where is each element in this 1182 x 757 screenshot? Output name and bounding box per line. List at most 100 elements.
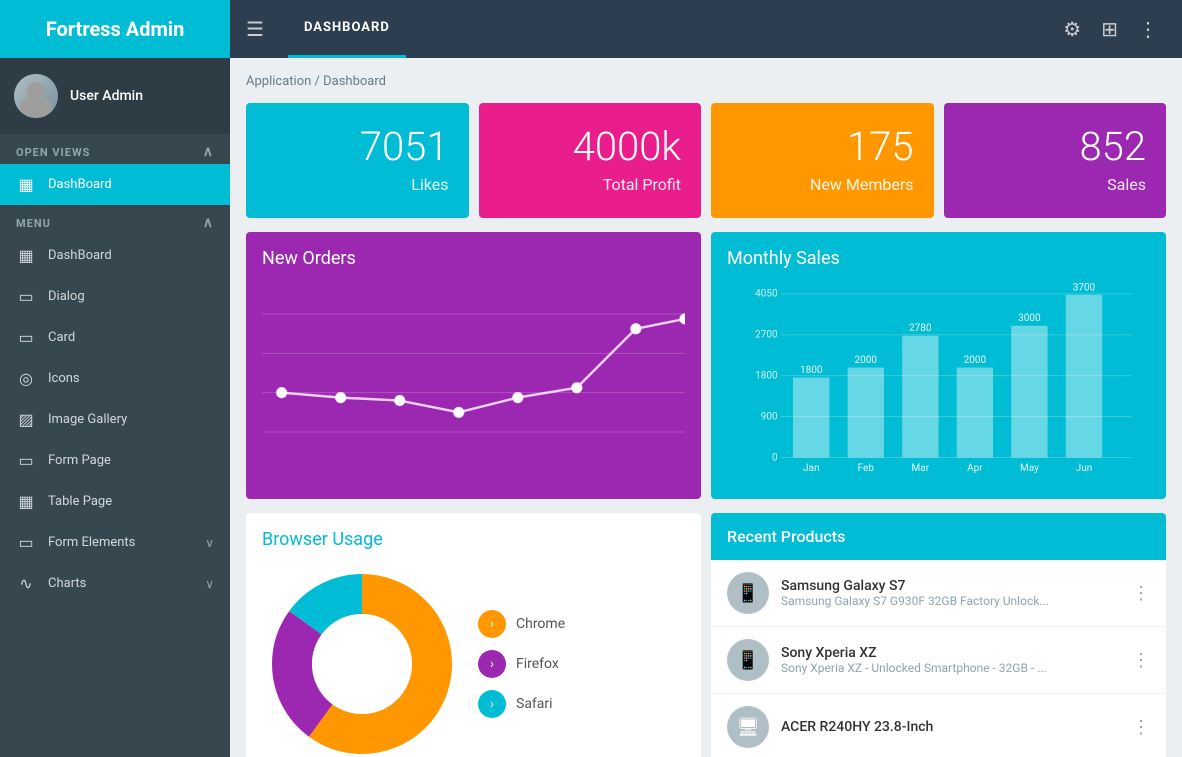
mid-section: New Orders	[246, 232, 1166, 499]
firefox-dot: ›	[478, 650, 506, 678]
stat-profit-number: 4000k	[573, 127, 681, 167]
recent-products-card: Recent Products 📱 Samsung Galaxy S7 Sams…	[711, 513, 1166, 757]
brand: Fortress Admin	[0, 0, 230, 58]
topnav-left: ☰ DASHBOARD	[230, 0, 1063, 58]
topnav-tab[interactable]: DASHBOARD	[288, 0, 406, 58]
main-layout: User Admin OPEN VIEWS ∧ ▦ DashBoard MENU…	[0, 58, 1182, 757]
sidebar-item-card[interactable]: ▭ Card	[0, 317, 230, 358]
card-icon: ▭	[16, 328, 36, 347]
svg-text:1800: 1800	[800, 365, 823, 376]
legend-item-chrome[interactable]: › Chrome	[478, 610, 565, 638]
product-item-sony: 📱 Sony Xperia XZ Sony Xperia XZ - Unlock…	[711, 627, 1166, 694]
monthly-sales-card: Monthly Sales 4050 2700 1800 900 0	[711, 232, 1166, 499]
sidebar-item-image-gallery[interactable]: ▨ Image Gallery	[0, 399, 230, 440]
svg-text:2780: 2780	[909, 323, 932, 334]
product-thumb-sony: 📱	[727, 639, 769, 681]
dashboard-open-icon: ▦	[16, 175, 36, 194]
svg-text:3000: 3000	[1018, 313, 1041, 324]
stat-sales-number: 852	[1079, 127, 1146, 167]
open-views-section: OPEN VIEWS ∧	[0, 134, 230, 164]
svg-text:1800: 1800	[755, 370, 778, 381]
sidebar-item-card-label: Card	[48, 330, 75, 345]
chrome-label: Chrome	[516, 616, 565, 632]
legend-item-safari[interactable]: › Safari	[478, 690, 565, 718]
firefox-label: Firefox	[516, 656, 559, 672]
stat-card-likes: 7051 Likes	[246, 103, 469, 218]
sidebar-item-form-page-label: Form Page	[48, 453, 111, 468]
sidebar-user: User Admin	[0, 58, 230, 134]
sony-more-icon[interactable]: ⋮	[1132, 650, 1150, 671]
svg-text:Jan: Jan	[803, 463, 819, 474]
svg-text:Jun: Jun	[1076, 463, 1093, 474]
svg-text:2700: 2700	[755, 330, 778, 341]
form-elements-arrow: ∨	[205, 536, 214, 550]
monthly-sales-title: Monthly Sales	[727, 248, 1150, 269]
avatar-image	[14, 74, 58, 118]
stat-members-label: New Members	[810, 175, 914, 194]
main-content: Application / Dashboard 7051 Likes 4000k…	[230, 58, 1182, 757]
sidebar-item-table-page[interactable]: ▦ Table Page	[0, 481, 230, 522]
browser-usage-content: › Chrome › Firefox › Safari	[262, 564, 685, 757]
browser-usage-title: Browser Usage	[262, 529, 685, 550]
product-info-sony: Sony Xperia XZ Sony Xperia XZ - Unlocked…	[781, 645, 1120, 675]
sony-thumb-icon: 📱	[737, 650, 759, 671]
grid-icon[interactable]: ⊞	[1101, 17, 1118, 41]
stat-likes-number: 7051	[360, 127, 449, 167]
stat-members-number: 175	[847, 127, 914, 167]
breadcrumb: Application / Dashboard	[246, 74, 1166, 89]
stat-card-members: 175 New Members	[711, 103, 934, 218]
form-elements-icon: ▭	[16, 533, 36, 552]
sidebar-item-icons[interactable]: ◎ Icons	[0, 358, 230, 399]
svg-text:Apr: Apr	[967, 463, 983, 474]
product-thumb-acer: 🖥	[727, 706, 769, 748]
bar-chart-svg: 4050 2700 1800 900 0 1800	[727, 283, 1150, 483]
sidebar-item-form-page[interactable]: ▭ Form Page	[0, 440, 230, 481]
safari-label: Safari	[516, 696, 553, 712]
acer-name: ACER R240HY 23.8-Inch	[781, 719, 1120, 735]
topnav-icons: ⚙ ⊞ ⋮	[1063, 17, 1182, 41]
sidebar-item-icons-label: Icons	[48, 371, 80, 386]
sidebar-item-form-elements[interactable]: ▭ Form Elements ∨	[0, 522, 230, 563]
samsung-more-icon[interactable]: ⋮	[1132, 583, 1150, 604]
svg-text:Mar: Mar	[912, 463, 930, 474]
open-views-arrow[interactable]: ∧	[203, 144, 214, 160]
samsung-thumb-icon: 📱	[737, 583, 759, 604]
acer-more-icon[interactable]: ⋮	[1132, 717, 1150, 738]
sidebar-item-dashboard-open[interactable]: ▦ DashBoard	[0, 164, 230, 205]
donut-svg	[262, 564, 462, 757]
sidebar-item-dashboard[interactable]: ▦ DashBoard	[0, 235, 230, 276]
stat-cards: 7051 Likes 4000k Total Profit 175 New Me…	[246, 103, 1166, 218]
legend-item-firefox[interactable]: › Firefox	[478, 650, 565, 678]
menu-icon[interactable]: ☰	[246, 17, 264, 41]
stat-sales-label: Sales	[1107, 175, 1146, 194]
svg-text:4050: 4050	[755, 289, 778, 300]
samsung-desc: Samsung Galaxy S7 G930F 32GB Factory Unl…	[781, 594, 1120, 608]
table-page-icon: ▦	[16, 492, 36, 511]
sidebar-item-table-page-label: Table Page	[48, 494, 112, 509]
menu-section: MENU ∧	[0, 205, 230, 235]
more-icon[interactable]: ⋮	[1138, 17, 1158, 41]
new-orders-card: New Orders	[246, 232, 701, 499]
acer-thumb-icon: 🖥	[737, 717, 760, 738]
image-gallery-icon: ▨	[16, 410, 36, 429]
avatar	[14, 74, 58, 118]
product-info-samsung: Samsung Galaxy S7 Samsung Galaxy S7 G930…	[781, 578, 1120, 608]
charts-icon: ∿	[16, 574, 36, 593]
stat-card-sales: 852 Sales	[944, 103, 1167, 218]
samsung-name: Samsung Galaxy S7	[781, 578, 1120, 594]
sidebar-item-charts[interactable]: ∿ Charts ∨	[0, 563, 230, 604]
settings-icon[interactable]: ⚙	[1063, 17, 1081, 41]
svg-text:Feb: Feb	[858, 463, 875, 474]
new-orders-title: New Orders	[262, 248, 685, 269]
svg-text:900: 900	[761, 411, 778, 422]
menu-arrow[interactable]: ∧	[203, 215, 214, 231]
icons-icon: ◎	[16, 369, 36, 388]
product-thumb-samsung: 📱	[727, 572, 769, 614]
brand-name: Fortress Admin	[46, 17, 185, 41]
sidebar-username: User Admin	[70, 88, 143, 104]
line-chart-svg	[262, 283, 685, 463]
recent-products-header: Recent Products	[711, 513, 1166, 560]
sidebar-item-dialog-label: Dialog	[48, 289, 85, 304]
sidebar-item-dialog[interactable]: ▭ Dialog	[0, 276, 230, 317]
recent-products-title: Recent Products	[727, 527, 845, 546]
